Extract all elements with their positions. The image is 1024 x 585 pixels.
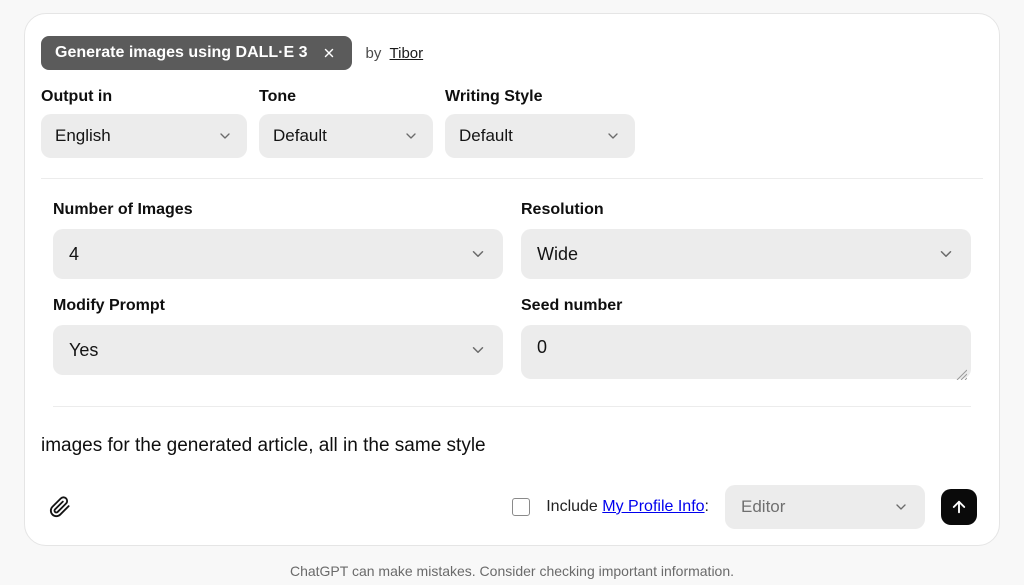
chevron-down-icon: [217, 128, 233, 144]
author-link[interactable]: Tibor: [390, 45, 424, 62]
attach-button[interactable]: [47, 494, 73, 520]
settings-row-1: Output in English Tone Default Writing S…: [25, 88, 999, 158]
writing-style-select[interactable]: Default: [445, 114, 635, 158]
chevron-down-icon: [469, 341, 487, 359]
my-profile-info-link[interactable]: My Profile Info: [602, 498, 704, 515]
include-profile-checkbox[interactable]: [512, 498, 530, 516]
seed-input[interactable]: [521, 325, 971, 379]
chevron-down-icon: [403, 128, 419, 144]
modify-prompt-label: Modify Prompt: [53, 297, 503, 315]
chevron-down-icon: [605, 128, 621, 144]
resolution-value: Wide: [537, 244, 578, 265]
output-in-value: English: [55, 126, 111, 146]
resolution-label: Resolution: [521, 201, 971, 219]
writing-style-value: Default: [459, 126, 513, 146]
chevron-down-icon: [893, 499, 909, 515]
chevron-down-icon: [469, 245, 487, 263]
num-images-group: Number of Images 4: [53, 201, 503, 279]
remove-template-button[interactable]: [320, 44, 338, 62]
by-label: by: [366, 45, 382, 62]
include-profile-label: Include My Profile Info:: [546, 498, 709, 516]
num-images-value: 4: [69, 244, 79, 265]
header-row: Generate images using DALL·E 3 by Tibor: [25, 36, 999, 70]
prompt-card: Generate images using DALL·E 3 by Tibor …: [24, 13, 1000, 546]
num-images-label: Number of Images: [53, 201, 503, 219]
close-icon: [322, 46, 336, 60]
resolution-group: Resolution Wide: [521, 201, 971, 279]
num-images-select[interactable]: 4: [53, 229, 503, 279]
paperclip-icon: [49, 496, 71, 518]
role-select[interactable]: Editor: [725, 485, 925, 529]
tone-value: Default: [273, 126, 327, 146]
settings-grid: Number of Images 4 Resolution Wide Modif…: [25, 179, 999, 384]
author-area: by Tibor: [366, 45, 424, 62]
modify-prompt-value: Yes: [69, 340, 98, 361]
chevron-down-icon: [937, 245, 955, 263]
arrow-up-icon: [950, 498, 968, 516]
prompt-textarea[interactable]: images for the generated article, all in…: [25, 407, 999, 460]
role-value: Editor: [741, 497, 785, 517]
disclaimer-footer: ChatGPT can make mistakes. Consider chec…: [0, 563, 1024, 579]
template-pill: Generate images using DALL·E 3: [41, 36, 352, 70]
tone-group: Tone Default: [259, 88, 433, 158]
writing-style-label: Writing Style: [445, 88, 635, 106]
resolution-select[interactable]: Wide: [521, 229, 971, 279]
tone-select[interactable]: Default: [259, 114, 433, 158]
output-in-select[interactable]: English: [41, 114, 247, 158]
output-in-group: Output in English: [41, 88, 247, 158]
send-button[interactable]: [941, 489, 977, 525]
seed-label: Seed number: [521, 297, 971, 315]
template-title: Generate images using DALL·E 3: [55, 44, 308, 62]
modify-prompt-group: Modify Prompt Yes: [53, 297, 503, 384]
modify-prompt-select[interactable]: Yes: [53, 325, 503, 375]
bottom-bar: Include My Profile Info: Editor: [25, 485, 999, 529]
seed-group: Seed number: [521, 297, 971, 384]
output-in-label: Output in: [41, 88, 247, 106]
tone-label: Tone: [259, 88, 433, 106]
writing-style-group: Writing Style Default: [445, 88, 635, 158]
